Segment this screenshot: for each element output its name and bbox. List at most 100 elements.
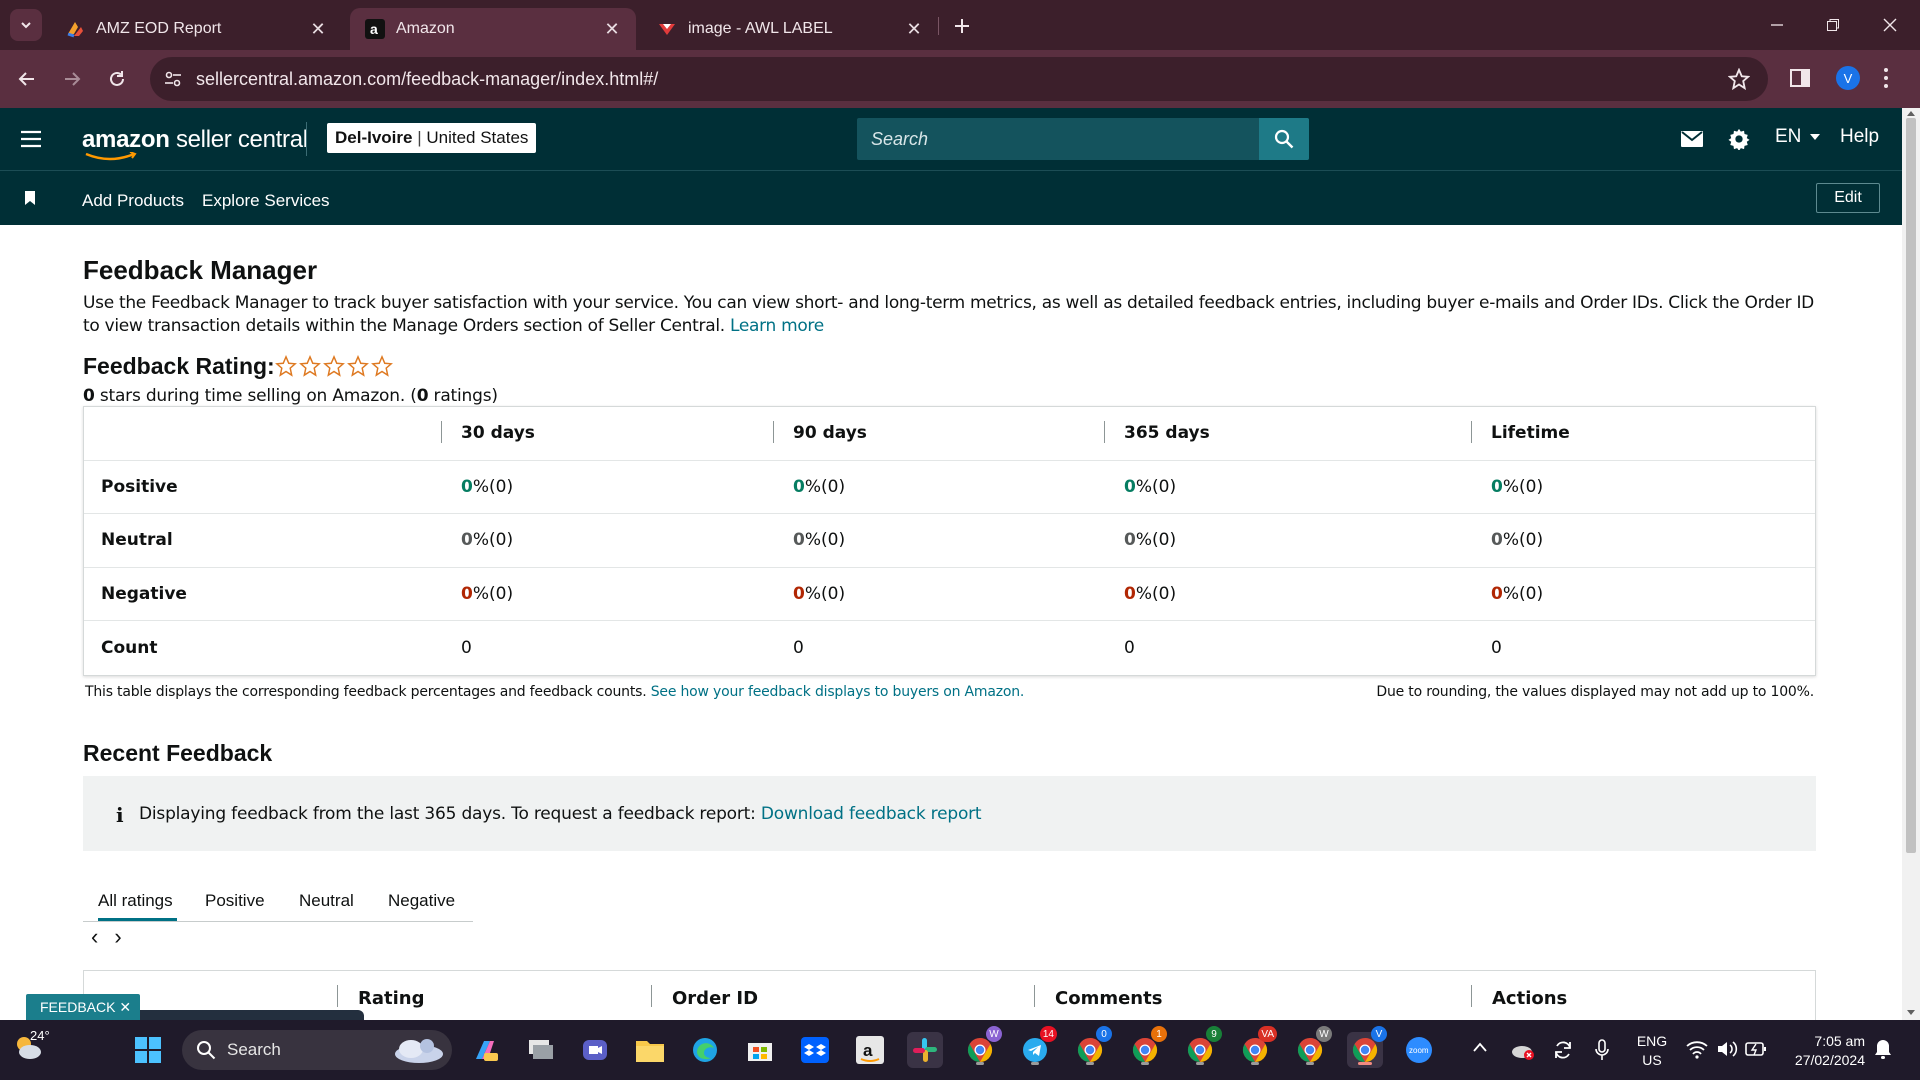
nav-explore-services[interactable]: Explore Services <box>202 191 330 211</box>
dropbox-icon[interactable] <box>797 1032 833 1068</box>
bookmark-icon[interactable] <box>25 191 35 205</box>
input-language[interactable]: ENG US <box>1632 1032 1672 1070</box>
edge-browser-icon[interactable] <box>687 1032 723 1068</box>
scroll-up-icon[interactable] <box>1907 110 1915 116</box>
microphone-icon[interactable] <box>1594 1039 1610 1061</box>
table-cell: 0 %(0) <box>1491 514 1543 567</box>
start-button[interactable] <box>130 1032 166 1068</box>
app-badge: 14 <box>1039 1026 1057 1042</box>
bookmark-star-icon[interactable] <box>1728 68 1750 90</box>
address-bar[interactable]: sellercentral.amazon.com/feedback-manage… <box>150 57 1768 101</box>
feedback-display-link[interactable]: See how your feedback displays to buyers… <box>651 684 1025 700</box>
tab-amz-eod-report[interactable]: AMZ EOD Report ✕ <box>50 8 342 50</box>
back-button[interactable] <box>12 64 42 94</box>
chevron-right-icon[interactable]: › <box>114 926 121 948</box>
recent-feedback-title: Recent Feedback <box>83 740 273 766</box>
forward-button[interactable] <box>57 64 87 94</box>
negative-value: 0 <box>461 583 473 604</box>
help-link[interactable]: Help <box>1840 126 1879 148</box>
feedback-widget-button[interactable]: FEEDBACK ✕ <box>26 994 140 1020</box>
weather-widget[interactable]: 24° <box>10 1028 50 1064</box>
seller-central-header: amazon seller central Del-Ivoire | Unite… <box>0 108 1902 170</box>
lang-bottom: US <box>1642 1052 1662 1068</box>
chrome-profile-4-icon[interactable]: 9 <box>1182 1026 1222 1068</box>
reload-button[interactable] <box>102 64 132 94</box>
chrome-profile-va-icon[interactable]: VA <box>1237 1026 1277 1068</box>
close-tab-icon[interactable]: ✕ <box>306 17 330 41</box>
minimize-button[interactable] <box>1757 10 1797 40</box>
windows-taskbar: 24° Search a W 14 0 1 9 VA W V zoom ENG US 7:05 … <box>0 1020 1920 1080</box>
copilot-app-icon[interactable] <box>467 1032 503 1068</box>
restore-button[interactable] <box>1813 10 1853 40</box>
meet-app-icon[interactable] <box>577 1032 613 1068</box>
tab-divider <box>938 17 939 35</box>
search-input[interactable]: Search <box>871 129 928 150</box>
tab-all-ratings[interactable]: All ratings <box>98 891 173 911</box>
nav-add-products[interactable]: Add Products <box>82 191 184 211</box>
header-search[interactable]: Search <box>857 118 1309 160</box>
tab-neutral[interactable]: Neutral <box>299 891 354 911</box>
search-button[interactable] <box>1259 118 1309 160</box>
tab-search-button[interactable] <box>10 9 42 41</box>
lang-top: ENG <box>1636 1033 1668 1049</box>
chrome-profile-3-icon[interactable]: 1 <box>1127 1026 1167 1068</box>
tab-negative[interactable]: Negative <box>388 891 455 911</box>
page-scrollbar[interactable] <box>1902 108 1920 1020</box>
close-window-button[interactable] <box>1870 10 1910 40</box>
store-selector[interactable]: Del-Ivoire | United States <box>327 123 537 153</box>
volume-icon[interactable] <box>1716 1039 1738 1059</box>
neutral-value: 0 <box>793 530 805 551</box>
system-clock[interactable]: 7:05 am 27/02/2024 <box>1785 1032 1865 1070</box>
battery-icon[interactable] <box>1745 1041 1767 1057</box>
hamburger-menu-icon[interactable] <box>20 130 42 148</box>
site-info-icon[interactable] <box>164 70 182 88</box>
side-panel-icon[interactable] <box>1789 67 1811 89</box>
taskbar-search[interactable]: Search <box>182 1030 452 1070</box>
pagination: ‹ › <box>91 926 122 948</box>
wifi-icon[interactable] <box>1686 1039 1708 1059</box>
chrome-profile-2-icon[interactable]: 0 <box>1072 1026 1112 1068</box>
running-indicator <box>1086 1062 1094 1065</box>
amazon-app-icon[interactable]: a <box>852 1032 888 1068</box>
close-tab-icon[interactable]: ✕ <box>600 17 624 41</box>
notification-bell-icon[interactable] <box>1874 1039 1892 1059</box>
close-icon <box>1883 18 1897 32</box>
onedrive-error-icon[interactable] <box>1510 1040 1534 1060</box>
intro-body: Use the Feedback Manager to track buyer … <box>83 293 1814 336</box>
zoom-app-icon[interactable]: zoom <box>1401 1032 1437 1068</box>
chrome-profile-w-icon[interactable]: W <box>962 1026 1002 1068</box>
scrollbar-thumb[interactable] <box>1906 118 1916 853</box>
download-report-link[interactable]: Download feedback report <box>761 804 982 824</box>
chevron-up-icon[interactable] <box>1473 1042 1487 1052</box>
col-rating[interactable]: Rating <box>358 988 424 1009</box>
sync-icon[interactable] <box>1552 1039 1574 1061</box>
file-explorer-icon[interactable] <box>632 1032 668 1068</box>
row-label: Count <box>101 637 158 658</box>
edit-nav-button[interactable]: Edit <box>1816 183 1880 213</box>
tab-awl-label[interactable]: image - AWL LABEL ✕ <box>642 8 938 50</box>
tab-positive[interactable]: Positive <box>205 891 265 911</box>
mail-icon[interactable] <box>1681 130 1703 148</box>
slack-app-icon[interactable] <box>907 1032 943 1068</box>
ms-store-icon[interactable] <box>742 1032 778 1068</box>
chrome-profile-v-icon[interactable]: V <box>1347 1026 1387 1068</box>
arrow-right-icon <box>65 72 81 86</box>
gear-icon[interactable] <box>1728 128 1750 150</box>
task-view-icon[interactable] <box>523 1032 559 1068</box>
seller-central-logo[interactable]: amazon seller central <box>82 126 308 161</box>
chrome-profile-w2-icon[interactable]: W <box>1292 1026 1332 1068</box>
profile-avatar[interactable]: V <box>1836 66 1860 90</box>
language-selector[interactable]: EN <box>1775 126 1820 148</box>
app-badge: 0 <box>1096 1026 1112 1042</box>
col-order-id[interactable]: Order ID <box>672 988 758 1009</box>
telegram-app-icon[interactable]: 14 <box>1017 1026 1057 1068</box>
chevron-left-icon[interactable]: ‹ <box>91 926 98 948</box>
kebab-menu-icon[interactable] <box>1883 67 1889 89</box>
tab-amazon[interactable]: a Amazon ✕ <box>350 8 636 50</box>
close-tab-icon[interactable]: ✕ <box>902 17 926 41</box>
scroll-down-icon[interactable] <box>1907 1010 1915 1016</box>
positive-value: 0 <box>1124 476 1136 497</box>
new-tab-button[interactable] <box>948 12 976 40</box>
learn-more-link[interactable]: Learn more <box>730 316 824 336</box>
running-indicator <box>1196 1062 1204 1065</box>
